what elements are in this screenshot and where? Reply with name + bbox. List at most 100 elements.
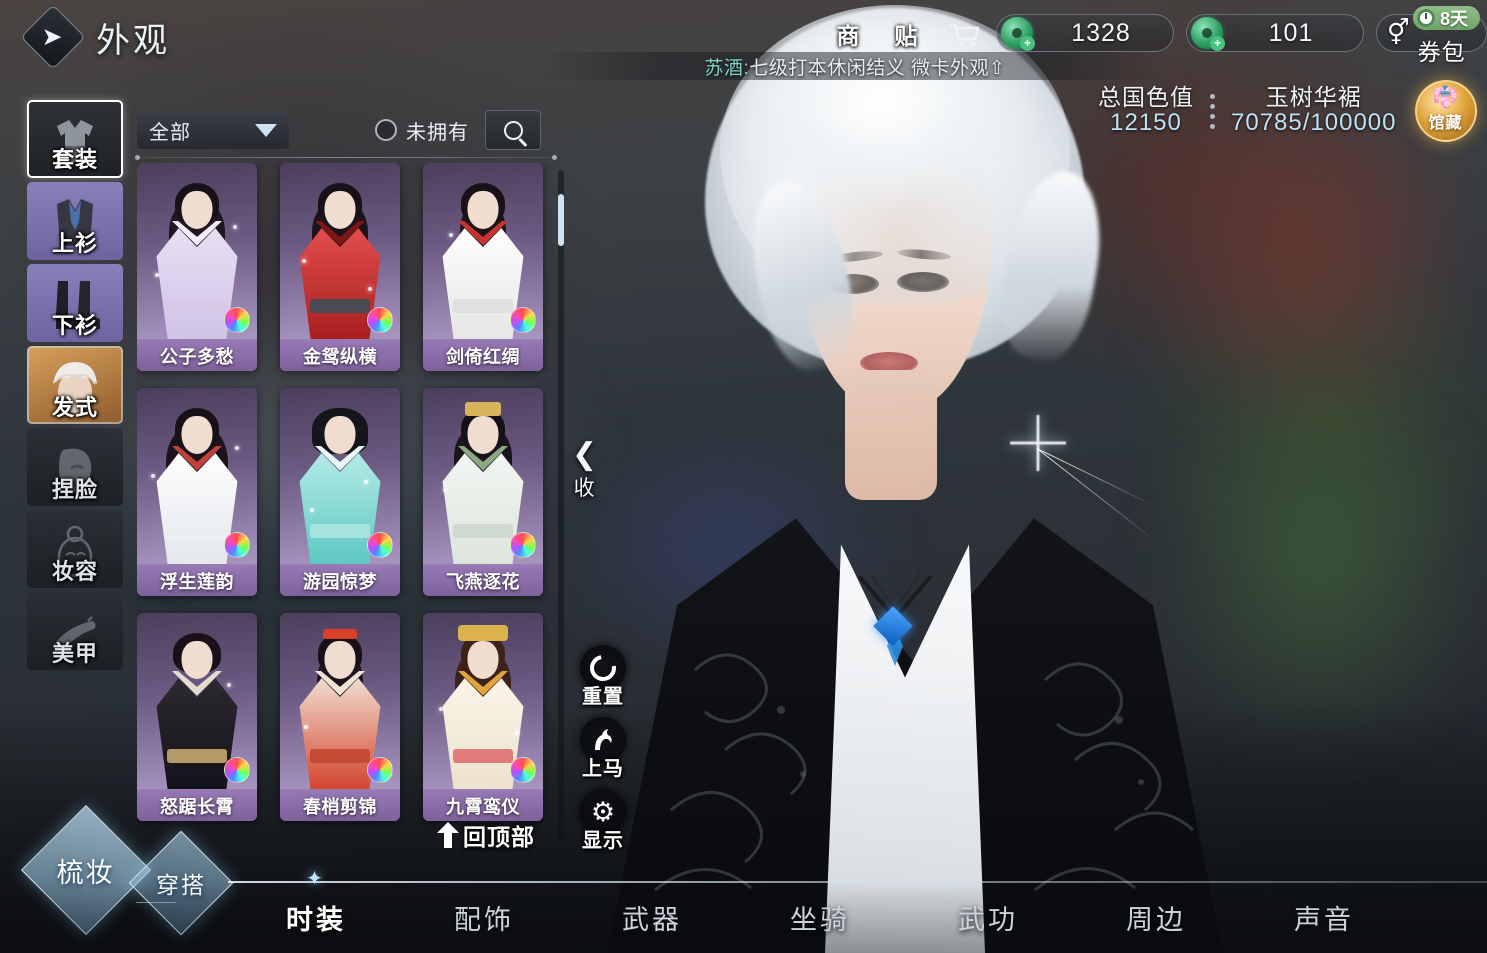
- nav-item-wuqi[interactable]: 武器: [568, 898, 736, 937]
- nav-item-peishi[interactable]: 配饰: [400, 898, 568, 937]
- robe-icon: 👘: [1432, 86, 1459, 109]
- currency-row: + 1328 + 101 ⚥ 外观券包 8天: [996, 5, 1487, 65]
- filter-row: 全部 未拥有: [137, 110, 557, 150]
- outfit-card[interactable]: 浮生莲韵: [137, 388, 257, 596]
- back-to-top-label: 回顶部: [463, 824, 535, 850]
- nav-item-wugong[interactable]: 武功: [904, 898, 1072, 937]
- collection-label: 馆藏: [1428, 115, 1463, 132]
- sidebar-label-fashi: 发式: [51, 395, 98, 420]
- nav-label-shengyin: 声音: [1294, 904, 1354, 935]
- sidebar-item-xiashan[interactable]: 下衫: [27, 264, 123, 342]
- currency-pill-primary[interactable]: + 1328: [996, 14, 1174, 52]
- color-variant-icon[interactable]: [224, 532, 250, 558]
- cart-icon[interactable]: [944, 14, 984, 54]
- character-action-buttons: 重置 上马 ⚙ 显示: [573, 645, 633, 852]
- sidebar-item-taozhuang[interactable]: 套装: [27, 100, 123, 178]
- tier-progress: 玉树华裾 70785/100000: [1231, 84, 1397, 137]
- nav-item-zuoqi[interactable]: 坐骑: [736, 898, 904, 937]
- search-button[interactable]: [485, 110, 541, 150]
- nav-label-shizhuang: 时装: [286, 904, 346, 935]
- appearance-voucher-button[interactable]: ⚥ 外观券包 8天: [1376, 5, 1487, 65]
- total-beauty-value: 总国色值 12150: [1098, 84, 1194, 137]
- reset-button[interactable]: 重置: [573, 645, 633, 708]
- page-header: ➤ 外观: [20, 4, 170, 70]
- nav-label-wugong: 武功: [958, 904, 1018, 935]
- gear-icon: ⚙: [590, 796, 616, 827]
- nav-item-zhoubian[interactable]: 周边: [1072, 898, 1240, 937]
- voucher-timer-badge: 8天: [1412, 6, 1480, 30]
- sidebar-item-nielian[interactable]: 捏脸: [27, 428, 123, 506]
- voucher-timer-text: 8天: [1439, 9, 1468, 29]
- outfit-card[interactable]: 九霄鸾仪: [423, 613, 543, 821]
- outfit-name-banner: 公子多愁: [137, 339, 257, 371]
- color-variant-icon[interactable]: [367, 757, 393, 783]
- display-label: 显示: [582, 830, 624, 852]
- mount-button[interactable]: 上马: [573, 717, 633, 780]
- outfit-card[interactable]: 怒踞长霄: [137, 613, 257, 821]
- sidebar-item-zhuangrong[interactable]: 妆容: [27, 510, 123, 588]
- outfit-grid-panel[interactable]: 公子多愁 金鸳纵横 剑倚红绸 浮生莲韵 游园惊梦 飞燕逐花 怒踞长霄 春梢剪锦 …: [137, 163, 557, 853]
- gender-pack-icon: ⚥: [1387, 19, 1410, 47]
- color-variant-icon[interactable]: [510, 307, 536, 333]
- tier-label: 玉树华裾: [1265, 84, 1362, 111]
- search-icon: [503, 120, 523, 140]
- sidebar-label-shangshan: 上衫: [51, 231, 98, 256]
- scrollbar-thumb[interactable]: [558, 194, 564, 246]
- outfit-card[interactable]: 公子多愁: [137, 163, 257, 371]
- sidebar-item-meijia[interactable]: 美甲: [27, 592, 123, 670]
- color-variant-icon[interactable]: [224, 307, 250, 333]
- diamond-arrow-icon[interactable]: ➤: [20, 4, 86, 70]
- nav-item-shengyin[interactable]: 声音: [1240, 898, 1408, 937]
- nav-item-list: ✦ 时装 配饰 武器 坐骑 武功 周边 声音: [232, 868, 1408, 937]
- outfit-name-banner: 春梢剪锦: [280, 789, 400, 821]
- outfit-name-banner: 浮生莲韵: [137, 564, 257, 596]
- jade-coin-icon: +: [1001, 17, 1035, 51]
- reset-label: 重置: [582, 686, 624, 708]
- outfit-card[interactable]: 游园惊梦: [280, 388, 400, 596]
- outfit-name-banner: 游园惊梦: [280, 564, 400, 596]
- top-icon-row: 商 贴: [828, 14, 984, 54]
- nav-label-zhoubian: 周边: [1126, 904, 1186, 935]
- outfit-card[interactable]: 金鸳纵横: [280, 163, 400, 371]
- category-sidebar: 套装 上衫 下衫 发式 捏脸 妆容 美甲: [27, 100, 125, 670]
- sidebar-item-shangshan[interactable]: 上衫: [27, 182, 123, 260]
- outfit-name-banner: 剑倚红绸: [423, 339, 543, 371]
- sparkle-ray-2: [1036, 448, 1156, 542]
- chat-message: 七级打本休闲结义 微卡外观⇧: [749, 57, 1006, 79]
- color-variant-icon[interactable]: [510, 532, 536, 558]
- sidebar-label-nielian: 捏脸: [51, 477, 98, 502]
- unowned-filter-toggle[interactable]: 未拥有: [375, 116, 469, 145]
- outfit-name-banner: 怒踞长霄: [137, 789, 257, 821]
- sidebar-item-fashi[interactable]: 发式: [27, 346, 123, 424]
- shop-icon[interactable]: 商: [828, 14, 868, 54]
- grid-scrollbar[interactable]: [558, 170, 564, 842]
- color-variant-icon[interactable]: [224, 757, 250, 783]
- chat-speaker: 苏酒:: [704, 57, 750, 79]
- mount-label: 上马: [582, 758, 624, 780]
- outfit-card[interactable]: 剑倚红绸: [423, 163, 543, 371]
- clock-icon: [1416, 9, 1435, 27]
- display-settings-button[interactable]: ⚙ 显示: [573, 789, 633, 852]
- jade-coin-icon: +: [1191, 17, 1225, 51]
- color-variant-icon[interactable]: [367, 307, 393, 333]
- color-variant-icon[interactable]: [510, 757, 536, 783]
- chat-ticker[interactable]: 苏酒:七级打本休闲结义 微卡外观⇧: [545, 52, 1165, 80]
- color-variant-icon[interactable]: [367, 532, 393, 558]
- radio-icon: [375, 119, 397, 141]
- sidebar-label-meijia: 美甲: [51, 641, 98, 666]
- character-model[interactable]: [545, 0, 1285, 953]
- post-icon[interactable]: 贴: [886, 14, 926, 54]
- currency-pill-secondary[interactable]: + 101: [1186, 14, 1364, 52]
- nav-label-peishi: 配饰: [454, 904, 514, 935]
- total-beauty-number: 12150: [1110, 109, 1182, 137]
- nav-item-shizhuang[interactable]: ✦ 时装: [232, 868, 400, 937]
- category-filter-dropdown[interactable]: 全部: [137, 111, 289, 149]
- appearance-screen: ➤ 外观 商 贴 苏酒:七级打本休闲结义 微卡外观⇧ + 1328 + 101: [0, 0, 1487, 953]
- collection-button[interactable]: 👘 馆藏: [1414, 80, 1477, 142]
- character-neck: [845, 370, 937, 500]
- collapse-panel-button[interactable]: ❮ 收: [572, 440, 597, 502]
- outfit-card[interactable]: 春梢剪锦: [280, 613, 400, 821]
- back-to-top-button[interactable]: 回顶部: [437, 818, 535, 852]
- outfit-card[interactable]: 飞燕逐花: [423, 388, 543, 596]
- character-necklace: [845, 570, 945, 680]
